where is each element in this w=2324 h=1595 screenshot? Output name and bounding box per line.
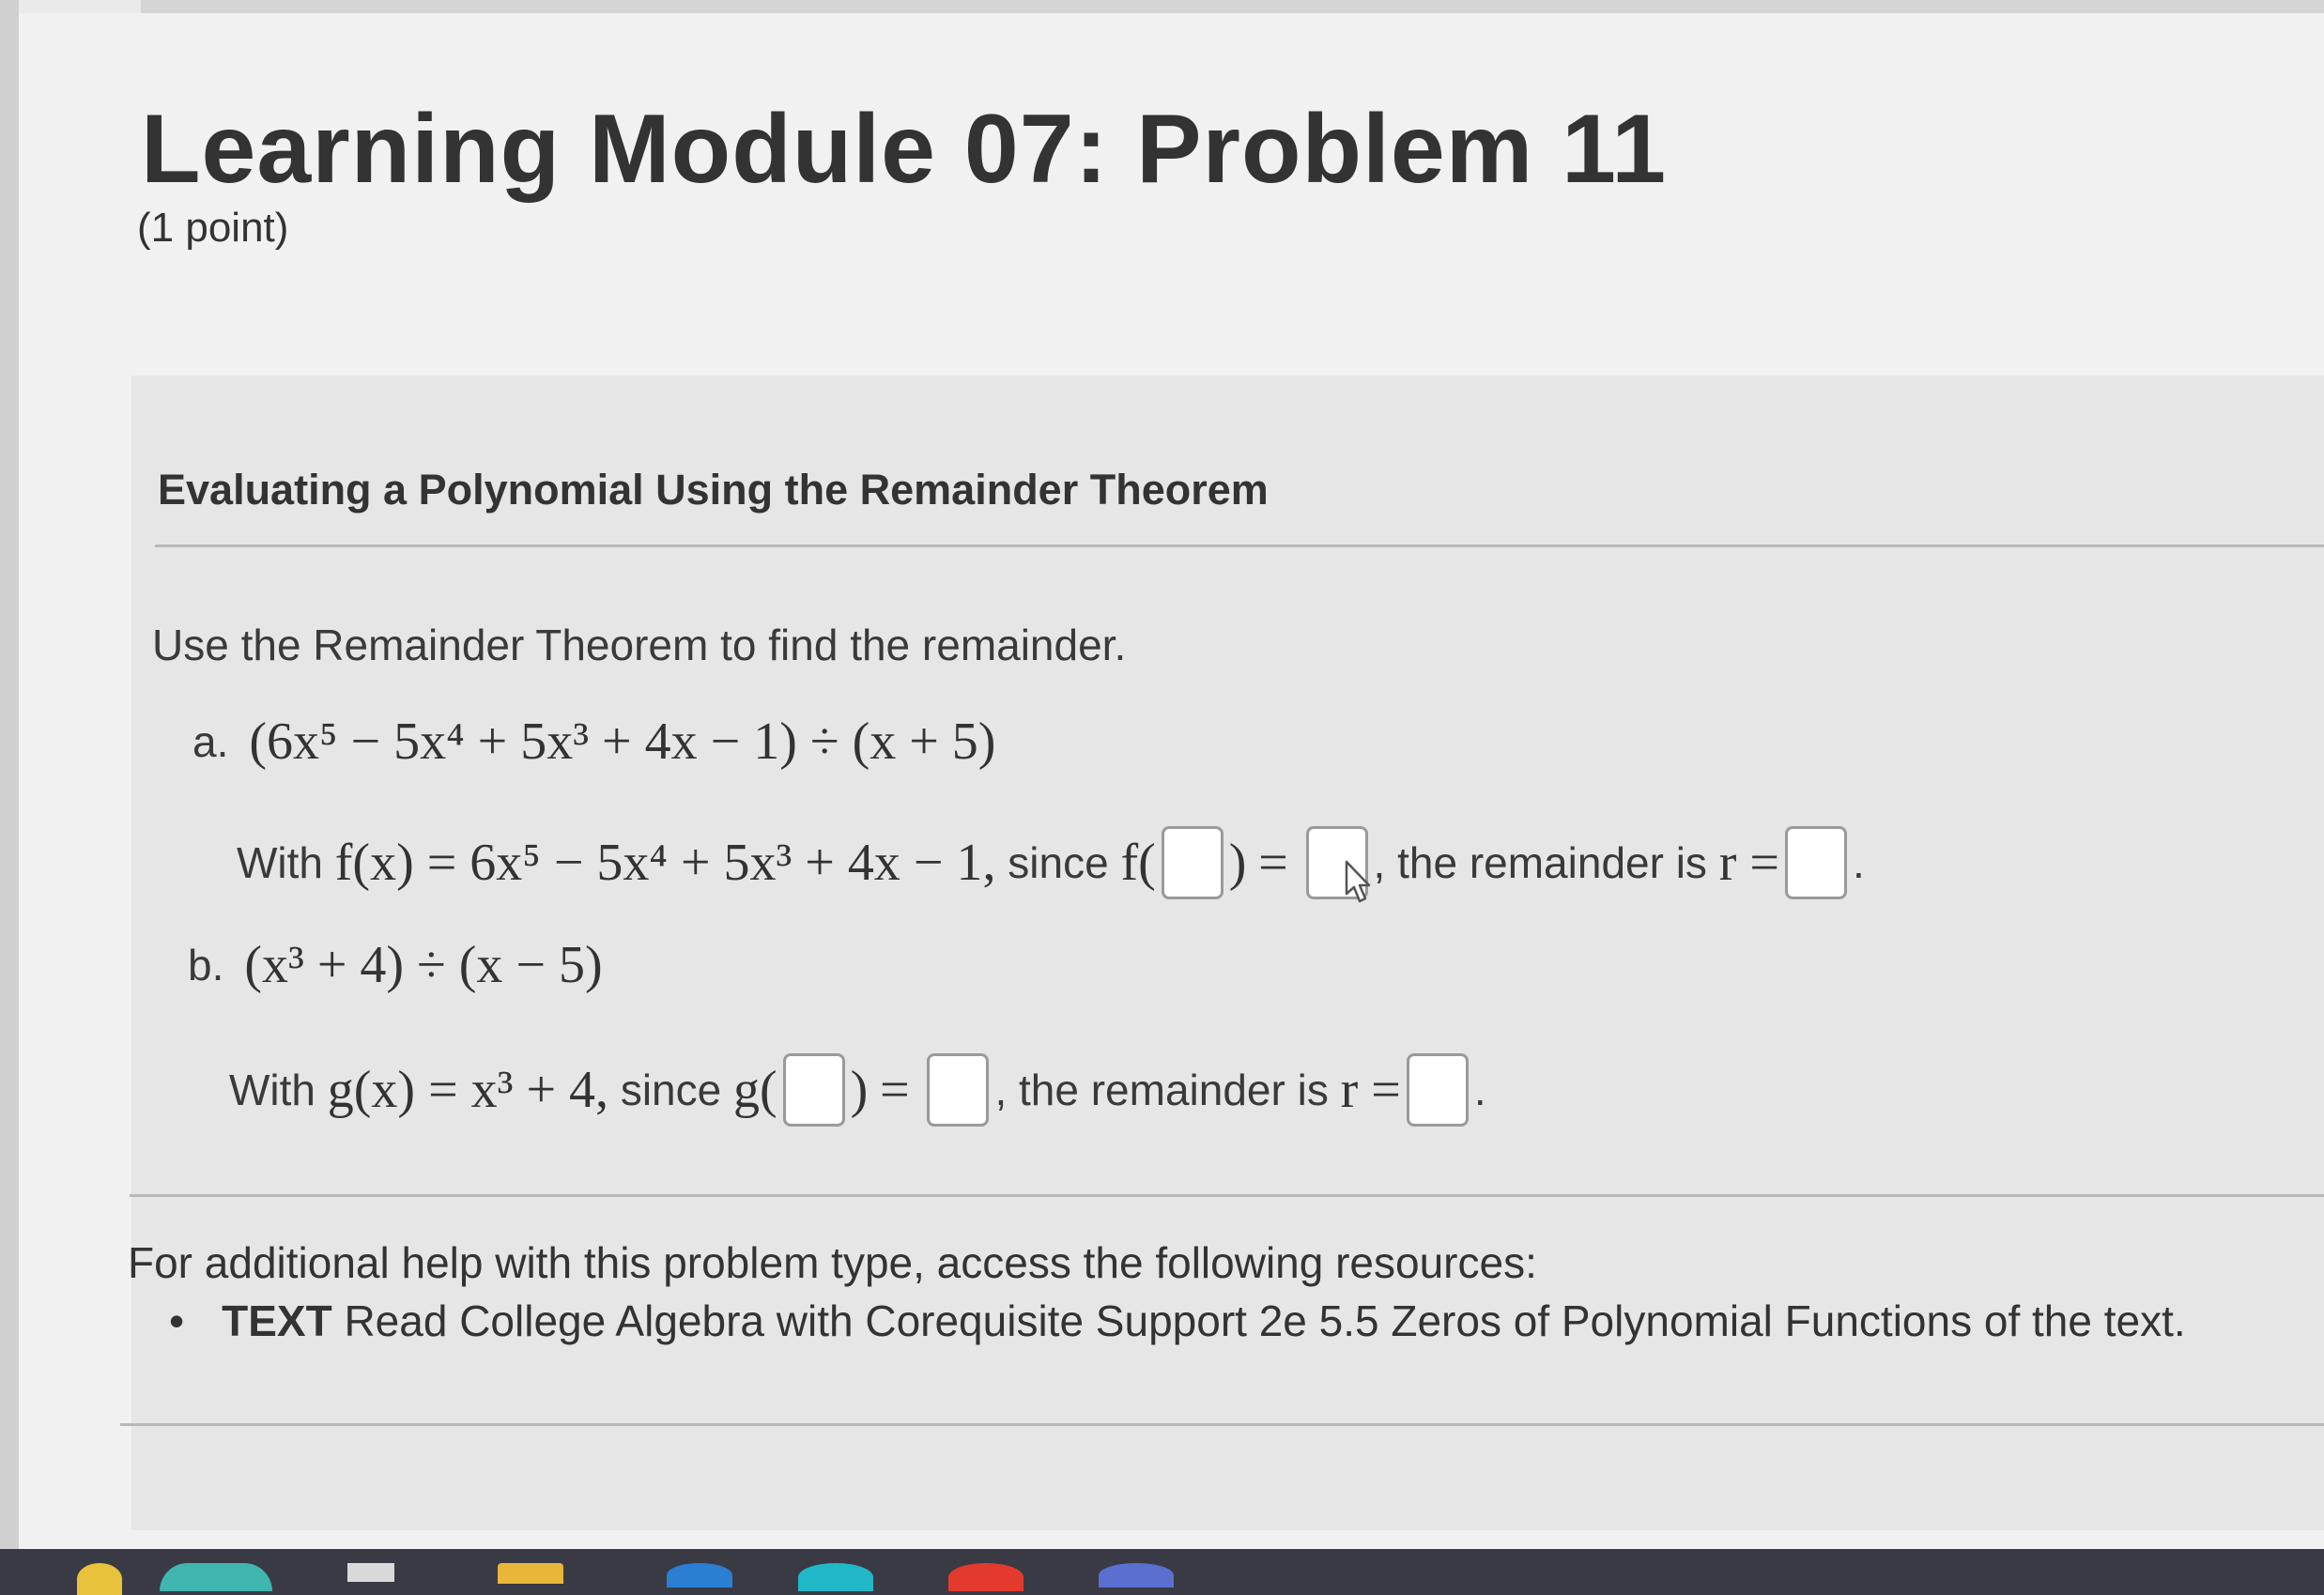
heading-divider [155, 544, 2324, 547]
part-a-input-remainder[interactable] [1784, 826, 1847, 899]
resource-link-text[interactable]: Read College Algebra with Corequisite Su… [344, 1296, 2185, 1345]
part-a-expression: (6x⁵ − 5x⁴ + 5x³ + 4x − 1) ÷ (x + 5) [249, 713, 996, 771]
part-a-answer-line: With f(x) = 6x⁵ − 5x⁴ + 5x³ + 4x − 1, si… [237, 826, 1865, 899]
part-a-function-def: f(x) = 6x⁵ − 5x⁴ + 5x³ + 4x − 1, [334, 834, 996, 892]
part-a-period: . [1852, 838, 1865, 887]
part-a-since-text: since [1008, 838, 1109, 887]
part-b-fn-open: g( [732, 1061, 777, 1119]
resource-item: • TEXT Read College Algebra with Corequis… [169, 1296, 2186, 1346]
part-a-with-text: With [237, 838, 323, 887]
points-label: (1 point) [137, 205, 289, 251]
screen-left-edge [0, 0, 19, 1549]
part-b-remainder-text: , the remainder is [994, 1066, 1329, 1114]
part-a-label: a. [192, 717, 229, 766]
part-a-fn-close: ) [1228, 834, 1247, 892]
part-b-equals: = [880, 1061, 910, 1119]
part-b-answer-line: With g(x) = x³ + 4, since g( ) = , the r… [229, 1053, 1486, 1127]
part-b-with-text: With [229, 1066, 316, 1114]
section-heading: Evaluating a Polynomial Using the Remain… [158, 466, 1269, 514]
part-b-r-symbol: r = [1340, 1061, 1401, 1119]
part-b-input-remainder[interactable] [1406, 1053, 1469, 1127]
part-a-fn-open: f( [1120, 834, 1156, 892]
part-b-input-value[interactable] [782, 1053, 845, 1127]
resource-bullet: • [169, 1296, 185, 1345]
taskbar-app-icon[interactable] [160, 1563, 272, 1591]
part-a-remainder-text: , the remainder is [1373, 838, 1707, 887]
part-b-label: b. [188, 941, 224, 989]
part-b-function-def: g(x) = x³ + 4, [327, 1061, 609, 1119]
help-intro: For additional help with this problem ty… [128, 1238, 1537, 1287]
part-a-input-value[interactable] [1161, 826, 1224, 899]
taskbar-app-icon[interactable] [498, 1563, 563, 1584]
instruction-text: Use the Remainder Theorem to find the re… [152, 621, 1127, 669]
taskbar-app-icon[interactable] [798, 1563, 873, 1591]
part-b-input-result[interactable] [927, 1053, 990, 1127]
resource-type-label: TEXT [222, 1296, 332, 1345]
part-a-r-symbol: r = [1718, 834, 1779, 892]
problem-divider [130, 1194, 2324, 1197]
part-a-equals: = [1258, 834, 1288, 892]
taskbar-app-icon[interactable] [667, 1563, 732, 1587]
part-b-problem: b. (x³ + 4) ÷ (x − 5) [188, 935, 603, 995]
part-b-fn-close: ) [850, 1061, 869, 1119]
part-a-problem: a. (6x⁵ − 5x⁴ + 5x³ + 4x − 1) ÷ (x + 5) [192, 712, 995, 772]
taskbar-app-icon[interactable] [347, 1563, 394, 1582]
mouse-cursor-icon [1345, 860, 1371, 903]
taskbar-app-icon[interactable] [77, 1563, 122, 1595]
page-title: Learning Module 07: Problem 11 [141, 95, 1668, 204]
taskbar-app-icon[interactable] [948, 1563, 1023, 1591]
screen-top-edge [141, 0, 2324, 13]
part-b-period: . [1473, 1066, 1486, 1114]
taskbar-app-icon[interactable] [1099, 1563, 1174, 1587]
part-b-expression: (x³ + 4) ÷ (x − 5) [244, 936, 603, 994]
help-divider [120, 1423, 2324, 1426]
part-b-since-text: since [620, 1066, 722, 1114]
